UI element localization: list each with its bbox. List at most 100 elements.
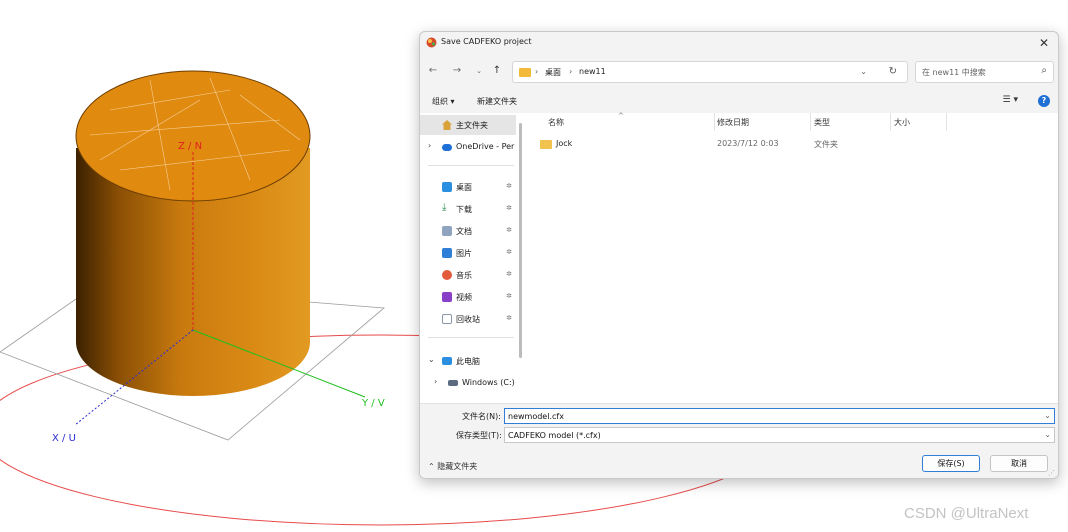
- z-axis-label: Z / N: [178, 141, 202, 152]
- breadcrumb-desktop[interactable]: 桌面: [545, 67, 561, 78]
- folder-icon: [540, 140, 552, 149]
- sidebar-item-desktop[interactable]: 桌面 ✲: [420, 177, 516, 197]
- pin-icon: ✲: [506, 270, 512, 278]
- column-header-modified[interactable]: 修改日期: [717, 117, 749, 128]
- sidebar-item-label: OneDrive - Per: [456, 142, 515, 151]
- file-type: 文件夹: [814, 140, 838, 149]
- sidebar-item-label: 文档: [456, 227, 472, 236]
- breadcrumb-separator-icon: ›: [535, 67, 539, 76]
- filetype-label: 保存类型(T):: [456, 431, 502, 440]
- filetype-select[interactable]: CADFEKO model (*.cfx) ⌄: [504, 427, 1055, 443]
- address-dropdown-icon[interactable]: ⌄: [860, 67, 867, 76]
- document-icon: [442, 226, 452, 236]
- download-icon: ⤓: [442, 202, 447, 213]
- filename-input[interactable]: newmodel.cfx ⌄: [504, 408, 1055, 424]
- column-header-size[interactable]: 大小: [894, 117, 910, 128]
- sidebar-item-recycle-bin[interactable]: 回收站 ✲: [420, 309, 516, 329]
- sidebar-item-onedrive[interactable]: › OneDrive - Per: [420, 137, 516, 157]
- folder-icon: [519, 68, 531, 77]
- column-divider[interactable]: [714, 113, 715, 131]
- search-box[interactable]: 在 new11 中搜索 ⌕: [915, 61, 1054, 83]
- music-icon: [442, 270, 452, 280]
- close-button[interactable]: ✕: [1036, 35, 1052, 51]
- sidebar-divider: [428, 165, 514, 166]
- collapse-chevron-icon[interactable]: ⌄: [428, 355, 435, 364]
- navigation-bar: ← → ⌄ ↑ › 桌面 › new11 ⌄ ↻ 在 new11 中搜索 ⌕: [420, 58, 1058, 86]
- up-arrow-icon[interactable]: ↑: [490, 64, 504, 78]
- cloud-icon: [442, 144, 452, 151]
- table-row[interactable]: Jock 2023/7/12 0:03 文件夹: [528, 135, 1028, 153]
- hide-folders-label: 隐藏文件夹: [437, 462, 478, 471]
- column-divider[interactable]: [810, 113, 811, 131]
- recycle-bin-icon: [442, 314, 452, 324]
- file-list: 名称 ^ 修改日期 类型 大小 Jock 2023/7/12 0:03 文件夹: [528, 112, 1058, 403]
- close-icon: ✕: [1038, 36, 1050, 50]
- help-icon[interactable]: ?: [1038, 95, 1050, 107]
- file-modified: 2023/7/12 0:03: [717, 139, 779, 148]
- sidebar-item-music[interactable]: 音乐 ✲: [420, 265, 516, 285]
- filename-value: newmodel.cfx: [508, 412, 564, 421]
- y-axis-label: Y / V: [361, 398, 385, 409]
- filetype-value: CADFEKO model (*.cfx): [508, 431, 601, 440]
- dialog-titlebar[interactable]: Save CADFEKO project ✕: [420, 32, 1058, 54]
- chevron-up-icon: ⌃: [428, 462, 438, 471]
- pin-icon: ✲: [506, 292, 512, 300]
- breadcrumb-new11[interactable]: new11: [579, 67, 606, 76]
- breadcrumb-separator-icon: ›: [569, 67, 573, 76]
- sidebar-scrollbar[interactable]: [519, 123, 522, 358]
- sidebar-item-label: 回收站: [456, 315, 480, 324]
- new-folder-button[interactable]: 新建文件夹: [477, 96, 517, 107]
- pictures-icon: [442, 248, 452, 258]
- watermark: CSDN @UltraNext: [904, 505, 1029, 522]
- column-header-name[interactable]: 名称: [548, 117, 564, 128]
- sidebar-item-label: Windows (C:): [462, 378, 515, 387]
- sidebar-item-label: 此电脑: [456, 357, 480, 366]
- address-bar[interactable]: › 桌面 › new11 ⌄ ↻: [512, 61, 908, 83]
- search-placeholder: 在 new11 中搜索: [922, 68, 986, 77]
- filename-label: 文件名(N):: [462, 412, 501, 421]
- sidebar-item-this-pc[interactable]: ⌄ 此电脑: [420, 351, 516, 371]
- expand-chevron-icon[interactable]: ›: [428, 141, 431, 150]
- pin-icon: ✲: [506, 204, 512, 212]
- sort-up-icon: ^: [618, 112, 624, 120]
- search-icon: ⌕: [1041, 65, 1047, 76]
- sidebar-divider: [428, 337, 514, 338]
- sidebar-item-label: 主文件夹: [456, 121, 488, 130]
- save-button[interactable]: 保存(S): [922, 455, 980, 472]
- sidebar-item-home[interactable]: 主文件夹: [420, 115, 516, 135]
- pin-icon: ✲: [506, 248, 512, 256]
- expand-chevron-icon[interactable]: ›: [434, 377, 437, 386]
- desktop-icon: [442, 182, 452, 192]
- sidebar-item-label: 桌面: [456, 183, 472, 192]
- pin-icon: ✲: [506, 226, 512, 234]
- video-icon: [442, 292, 452, 302]
- sidebar-item-windows-c[interactable]: › Windows (C:): [420, 373, 516, 393]
- view-options-icon[interactable]: ☰ ▾: [1003, 95, 1018, 105]
- column-header-type[interactable]: 类型: [814, 117, 830, 128]
- sidebar-item-label: 音乐: [456, 271, 472, 280]
- sidebar-item-label: 视频: [456, 293, 472, 302]
- resize-grip-icon[interactable]: ⋰: [1048, 469, 1055, 477]
- history-chevron-icon[interactable]: ⌄: [472, 64, 486, 78]
- sidebar-item-documents[interactable]: 文档 ✲: [420, 221, 516, 241]
- cancel-button[interactable]: 取消: [990, 455, 1048, 472]
- pin-icon: ✲: [506, 314, 512, 322]
- sidebar-item-videos[interactable]: 视频 ✲: [420, 287, 516, 307]
- save-dialog: Save CADFEKO project ✕ ← → ⌄ ↑ › 桌面 › ne…: [419, 31, 1059, 479]
- home-icon: [442, 120, 452, 130]
- sidebar-item-label: 图片: [456, 249, 472, 258]
- chevron-down-icon[interactable]: ⌄: [1044, 411, 1051, 420]
- sidebar-item-pictures[interactable]: 图片 ✲: [420, 243, 516, 263]
- column-divider[interactable]: [890, 113, 891, 131]
- drive-icon: [448, 380, 458, 386]
- back-arrow-icon[interactable]: ←: [426, 64, 440, 78]
- organize-button[interactable]: 组织 ▾: [432, 96, 455, 107]
- column-divider[interactable]: [946, 113, 947, 131]
- hide-folders-toggle[interactable]: ⌃ 隐藏文件夹: [428, 461, 477, 472]
- sidebar-item-downloads[interactable]: ⤓ 下载 ✲: [420, 199, 516, 219]
- save-options-panel: 文件名(N): newmodel.cfx ⌄ 保存类型(T): CADFEKO …: [420, 403, 1058, 478]
- sidebar-item-label: 下载: [456, 205, 472, 214]
- refresh-icon[interactable]: ↻: [889, 66, 897, 77]
- forward-arrow-icon[interactable]: →: [450, 64, 464, 78]
- dialog-title: Save CADFEKO project: [441, 37, 532, 46]
